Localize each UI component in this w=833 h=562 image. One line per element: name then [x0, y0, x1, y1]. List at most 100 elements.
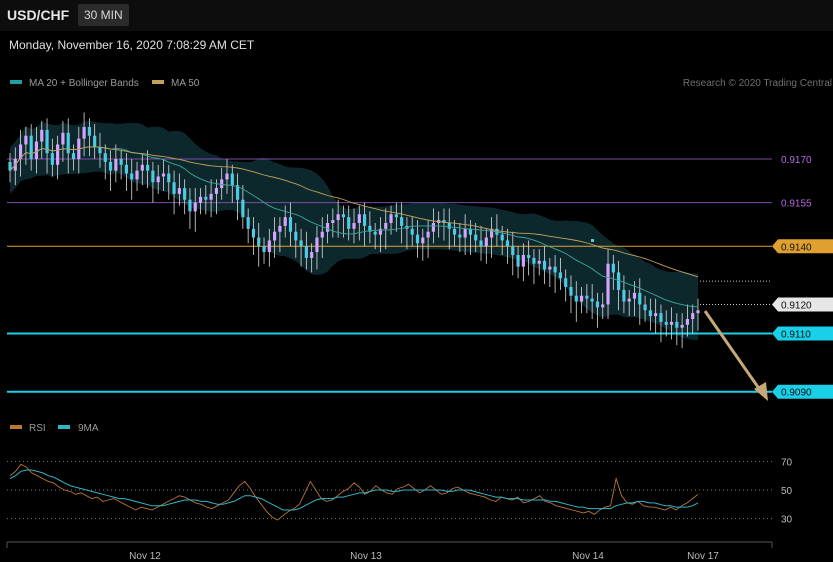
level-label-0.9090: 0.9090 [781, 388, 812, 399]
ma50-legend-swatch [152, 80, 164, 84]
candle-body [362, 214, 367, 226]
candle-body [553, 266, 557, 273]
candle-body [214, 188, 218, 194]
candle-body [654, 313, 658, 317]
ma50-legend-label: MA 50 [171, 78, 200, 89]
candle-body [548, 266, 552, 270]
candle-body [310, 252, 314, 258]
candle-body [130, 173, 134, 180]
candle-body [426, 231, 430, 238]
candle-body [521, 255, 525, 267]
candle-body [638, 292, 642, 305]
candle-body [320, 231, 324, 238]
candle-body [24, 135, 28, 145]
x-tick-label: Nov 14 [572, 551, 604, 562]
candle-body [659, 313, 663, 322]
candle-body [230, 173, 234, 186]
rsi-legend-swatch [10, 425, 22, 429]
marker-dot [591, 239, 594, 242]
candle-body [29, 135, 33, 159]
candle-body [463, 228, 467, 238]
candle-body [66, 132, 70, 154]
candle-body [98, 147, 102, 154]
candle-body [304, 246, 308, 258]
candle-body [288, 217, 293, 232]
candle-body [146, 164, 150, 171]
time-axis-labels: Nov 12 Nov 13 Nov 14 Nov 17 [129, 551, 719, 562]
rsi-ma-legend-label: 9MA [78, 423, 99, 434]
candle-body [664, 321, 668, 325]
candle-body [225, 173, 229, 180]
rsi-legend-label: RSI [29, 423, 46, 434]
candle-body [220, 179, 224, 189]
candle-body [177, 188, 181, 194]
candle-body [257, 237, 261, 247]
candle-body [336, 214, 340, 221]
candle-body [119, 159, 123, 165]
candle-body [421, 237, 425, 244]
candle-body [140, 164, 144, 171]
candle-body [251, 228, 256, 238]
candle-body [696, 310, 700, 314]
candle-body [579, 295, 584, 302]
candle-body [415, 234, 420, 244]
candle-body [241, 199, 245, 218]
level-label-0.9140: 0.9140 [781, 242, 812, 253]
rsi-panel: 70 50 30 [7, 457, 793, 526]
candle-body [325, 223, 330, 232]
candle-body [590, 298, 594, 302]
candle-body [124, 164, 129, 174]
candle-body [569, 287, 573, 296]
candle-body [595, 301, 600, 308]
candle-body [474, 234, 478, 241]
candle-body [156, 176, 160, 183]
candle-body [347, 217, 351, 229]
candle-body [394, 214, 398, 218]
rsi-level-label-30: 30 [781, 515, 793, 526]
candle-body [135, 170, 139, 180]
candle-body [537, 260, 541, 264]
candle-body [34, 141, 39, 159]
candle-body [611, 263, 615, 273]
candle-body [532, 257, 536, 264]
candle-body [357, 214, 361, 223]
candle-body [294, 231, 298, 241]
candle-body [40, 129, 44, 142]
candle-body [643, 304, 647, 311]
candle-body [71, 153, 76, 159]
candle-body [151, 170, 155, 183]
candle-body [632, 292, 637, 299]
forecast-arrow [703, 310, 768, 401]
candle-body [108, 161, 113, 171]
candle-body [61, 132, 65, 145]
rsi-ma-legend-swatch [58, 425, 70, 429]
level-label-0.9155: 0.9155 [781, 199, 812, 210]
level-label-0.9170: 0.9170 [781, 155, 812, 166]
candle-body [82, 127, 86, 139]
candle-body [558, 272, 562, 279]
candle-body [341, 214, 346, 218]
candle-body [542, 260, 547, 270]
candle-body [352, 223, 356, 229]
candle-body [193, 202, 197, 212]
rsi-ma-line [9, 469, 699, 511]
candle-body [209, 193, 213, 200]
candle-body [680, 324, 684, 328]
candle-body [627, 298, 631, 302]
candle-body [511, 246, 515, 255]
candle-body [283, 217, 287, 226]
rsi-level-label-50: 50 [781, 486, 793, 497]
candle-body [400, 217, 404, 226]
candle-body [574, 295, 578, 302]
ma20-legend-swatch [10, 80, 22, 84]
x-tick-label: Nov 12 [129, 551, 161, 562]
candle-body [458, 234, 462, 238]
candle-body [278, 225, 282, 232]
candle-body [56, 144, 60, 165]
price-chart[interactable]: MA 20 + Bollinger Bands MA 50 Research ©… [0, 0, 833, 562]
candle-body [389, 214, 393, 223]
candle-body [675, 321, 679, 328]
rsi-line [9, 463, 699, 521]
x-tick-label: Nov 17 [687, 551, 719, 562]
candle-body [183, 188, 187, 200]
